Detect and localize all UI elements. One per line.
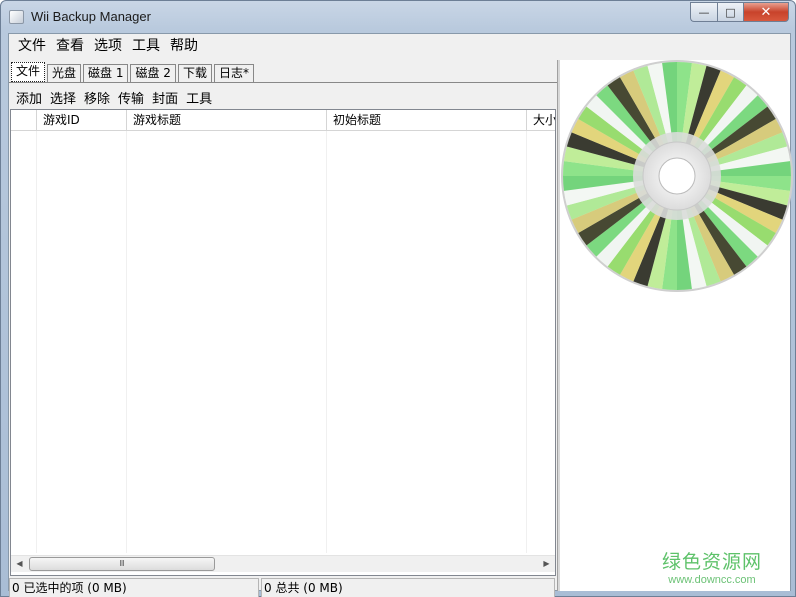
tab-disc[interactable]: 光盘	[47, 64, 82, 82]
disc-icon	[561, 60, 793, 292]
remove-button[interactable]: 移除	[80, 88, 114, 107]
column-header-original-title[interactable]: 初始标题	[327, 110, 527, 131]
column-divider	[526, 131, 527, 553]
scroll-thumb[interactable]: Ⅲ	[29, 557, 215, 571]
status-bar: 0 已选中的项 (0 MB) 0 总共 (0 MB)	[9, 578, 557, 597]
column-divider	[326, 131, 327, 553]
window-title: Wii Backup Manager	[31, 9, 151, 24]
tab-download[interactable]: 下载	[177, 64, 212, 82]
watermark: 绿色资源网 www.downcc.com	[662, 547, 762, 586]
tab-divider	[9, 82, 557, 83]
client-area: 文件 查看 选项 工具 帮助 文件 光盘 磁盘 1 磁盘 2 下载 日志* 添加…	[8, 33, 793, 597]
minimize-button[interactable]: —	[690, 2, 717, 22]
scroll-right-icon[interactable]: ▶	[538, 556, 555, 572]
watermark-url: www.downcc.com	[668, 574, 756, 586]
tab-files[interactable]: 文件	[11, 62, 46, 82]
app-icon	[9, 10, 24, 24]
tab-strip: 文件 光盘 磁盘 1 磁盘 2 下载 日志*	[11, 62, 256, 82]
menu-file[interactable]: 文件	[13, 34, 51, 59]
add-button[interactable]: 添加	[12, 88, 46, 107]
column-divider	[36, 131, 37, 553]
app-window: Wii Backup Manager — □ ✕ 文件 查看 选项 工具 帮助 …	[0, 0, 796, 597]
transfer-button[interactable]: 传输	[114, 88, 148, 107]
tab-drive-1[interactable]: 磁盘 1	[83, 64, 129, 82]
menu-options[interactable]: 选项	[89, 34, 127, 59]
column-header-game-title[interactable]: 游戏标题	[127, 110, 327, 131]
column-header-size[interactable]: 大小	[527, 110, 555, 131]
status-selected: 0 已选中的项 (0 MB)	[9, 578, 259, 597]
window-controls: — □ ✕	[690, 2, 789, 22]
select-button[interactable]: 选择	[46, 88, 80, 107]
left-pane: 文件 光盘 磁盘 1 磁盘 2 下载 日志* 添加 选择 移除 传输 封面 工具…	[9, 60, 557, 597]
list-header: 游戏ID 游戏标题 初始标题 大小	[11, 110, 555, 131]
menu-tools[interactable]: 工具	[127, 34, 165, 59]
tools-button[interactable]: 工具	[182, 88, 216, 107]
cover-button[interactable]: 封面	[148, 88, 182, 107]
menu-help[interactable]: 帮助	[165, 34, 203, 59]
column-header-checkbox[interactable]	[11, 110, 37, 131]
cover-pane: 绿色资源网 www.downcc.com	[560, 60, 793, 591]
scroll-left-icon[interactable]: ◀	[11, 556, 28, 572]
menu-view[interactable]: 查看	[51, 34, 89, 59]
toolbar: 添加 选择 移除 传输 封面 工具	[9, 86, 557, 108]
tab-log[interactable]: 日志*	[213, 64, 254, 82]
status-total: 0 总共 (0 MB)	[261, 578, 555, 597]
game-list[interactable]: 游戏ID 游戏标题 初始标题 大小 ◀ Ⅲ ▶	[10, 109, 556, 576]
watermark-text: 绿色资源网	[662, 551, 763, 573]
tab-drive-2[interactable]: 磁盘 2	[130, 64, 176, 82]
maximize-button[interactable]: □	[717, 2, 743, 22]
title-bar[interactable]: Wii Backup Manager — □ ✕	[1, 1, 795, 33]
close-button[interactable]: ✕	[743, 2, 789, 22]
column-divider	[126, 131, 127, 553]
column-header-game-id[interactable]: 游戏ID	[37, 110, 127, 131]
menu-bar: 文件 查看 选项 工具 帮助	[9, 34, 790, 59]
horizontal-scrollbar[interactable]: ◀ Ⅲ ▶	[11, 555, 555, 572]
